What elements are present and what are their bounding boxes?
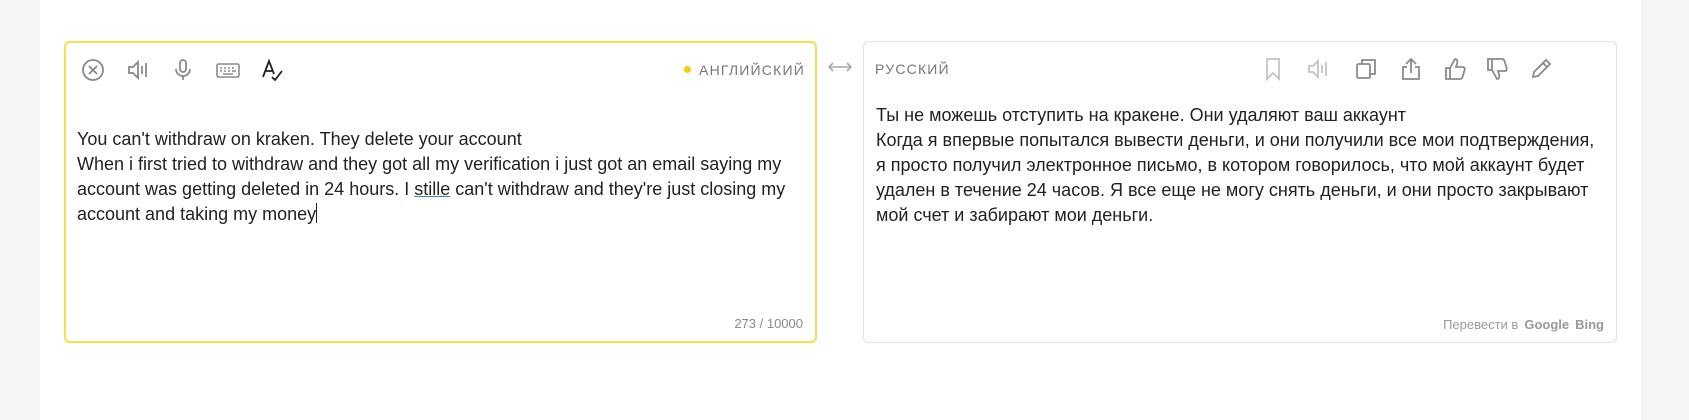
target-language-label: РУССКИЙ bbox=[875, 61, 950, 77]
thumbs-down-icon[interactable] bbox=[1480, 52, 1514, 86]
target-listen-icon[interactable] bbox=[1301, 52, 1335, 86]
thumbs-up-icon[interactable] bbox=[1438, 52, 1472, 86]
keyboard-icon[interactable] bbox=[211, 53, 245, 87]
microphone-icon[interactable] bbox=[166, 53, 200, 87]
edit-icon[interactable] bbox=[1524, 52, 1558, 86]
text-cursor bbox=[316, 203, 318, 223]
target-language-selector[interactable]: РУССКИЙ bbox=[875, 52, 950, 86]
translate-in-label: Перевести в bbox=[1443, 317, 1519, 332]
source-text-line1: You can't withdraw on kraken. They delet… bbox=[77, 129, 522, 149]
target-panel: РУССКИЙ Ты не можешь отступить на кракен… bbox=[863, 41, 1617, 343]
share-icon[interactable] bbox=[1394, 52, 1428, 86]
source-panel: АНГЛИЙСКИЙ You can't withdraw on kraken.… bbox=[64, 41, 817, 343]
target-toolbar: РУССКИЙ bbox=[874, 52, 1606, 86]
clear-icon[interactable] bbox=[76, 53, 110, 87]
listen-icon[interactable] bbox=[121, 53, 155, 87]
active-language-dot bbox=[684, 66, 692, 73]
source-language-selector[interactable]: АНГЛИЙСКИЙ bbox=[684, 53, 805, 87]
source-language-label: АНГЛИЙСКИЙ bbox=[699, 62, 805, 78]
bookmark-icon[interactable] bbox=[1256, 52, 1290, 86]
spellcheck-icon[interactable] bbox=[255, 53, 289, 87]
source-text-input[interactable]: You can't withdraw on kraken. They delet… bbox=[77, 127, 797, 227]
character-counter: 273 / 10000 bbox=[734, 316, 803, 331]
swap-languages-icon[interactable] bbox=[821, 52, 859, 82]
bing-engine-link[interactable]: Bing bbox=[1575, 317, 1604, 332]
translator-page: АНГЛИЙСКИЙ You can't withdraw on kraken.… bbox=[40, 0, 1641, 420]
translate-in-engines: Перевести в Google Bing bbox=[1443, 317, 1604, 332]
copy-icon[interactable] bbox=[1349, 52, 1383, 86]
translation-output: Ты не можешь отступить на кракене. Они у… bbox=[876, 105, 1595, 225]
source-toolbar: АНГЛИЙСКИЙ bbox=[76, 53, 805, 87]
misspelled-word[interactable]: stille bbox=[414, 179, 450, 199]
google-engine-link[interactable]: Google bbox=[1524, 317, 1569, 332]
